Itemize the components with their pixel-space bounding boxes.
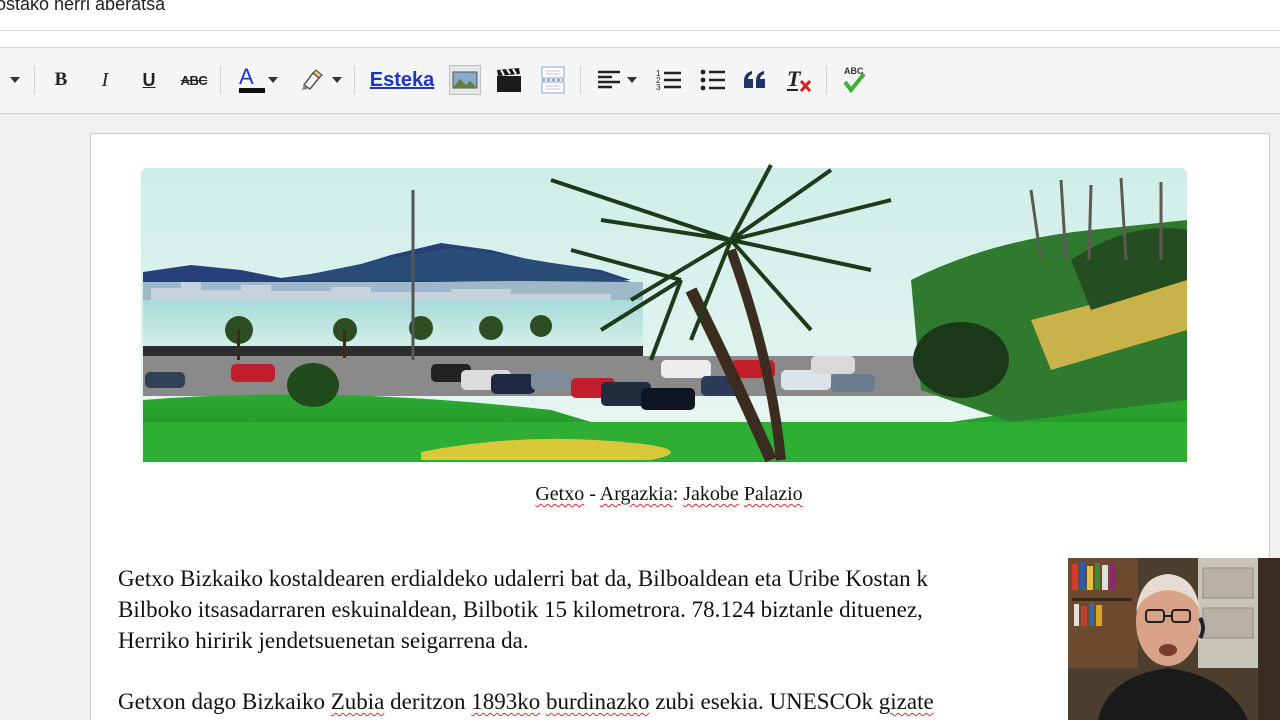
paragraph-text: Zubia [330,689,385,714]
paragraph-text: Getxon dago Bizkaiko [118,689,331,714]
caption-word: Argazkia [599,483,673,505]
toolbar-separator [220,66,221,94]
strikethrough-icon: ABC [180,72,208,88]
paragraph-text: gizate [878,689,934,714]
paragraph-1: Getxo Bizkaiko kostaldearen erdialdeko u… [118,563,928,656]
alignment-button[interactable] [590,62,644,98]
svg-text:T: T [787,66,802,91]
video-icon [497,68,521,92]
caption-word: Jakobe [683,483,739,505]
svg-text:3: 3 [656,83,661,92]
underline-button[interactable]: U [134,62,164,98]
title-gap [0,31,1280,47]
remove-formatting-button[interactable]: T [782,62,818,98]
caption-word: Palazio [743,483,803,505]
insert-image-button[interactable] [448,62,482,98]
paragraph-2: Getxon dago Bizkaiko Zubia deritzon 1893… [118,686,934,717]
highlight-icon [302,69,323,91]
image-icon [449,65,481,95]
bold-button[interactable]: B [46,62,76,98]
more-options-dropdown[interactable] [0,62,30,98]
paragraph-line: Bilboko itsasadarraren eskuinaldean, Bil… [118,597,923,622]
photo-caption: Getxo - Argazkia: Jakobe Palazio [91,483,1247,506]
quote-button[interactable] [738,62,772,98]
post-title-input[interactable]: ostako herri aberatsa [0,0,165,15]
strikethrough-button[interactable]: ABC [176,62,212,98]
text-color-icon: A [234,64,265,94]
link-button[interactable]: Esteka [362,62,442,98]
toolbar-separator [354,66,355,94]
webcam-overlay [1068,558,1280,720]
insert-break-icon [541,66,565,94]
highlight-color-button[interactable] [292,62,348,98]
spellcheck-icon: ABC [839,65,869,95]
numbered-list-button[interactable]: 1 2 3 [652,62,686,98]
numbered-list-icon: 1 2 3 [656,69,681,92]
paragraph-line: Getxo Bizkaiko kostaldearen erdialdeko u… [118,566,928,591]
toolbar-separator [34,66,35,94]
paragraph-text: zubi esekia. UNESCOk [649,689,879,714]
underline-icon: U [142,69,156,90]
italic-button[interactable]: I [90,62,120,98]
toolbar-separator [580,66,581,94]
caption-word: Getxo [535,483,585,505]
quote-icon [744,71,765,88]
dropdown-caret-icon [10,77,20,83]
bullet-list-button[interactable] [696,62,730,98]
dropdown-caret-icon [627,77,637,83]
insert-video-button[interactable] [492,62,526,98]
editor-toolbar: B I U ABC A Esteka 1 2 3 T ABC [0,48,1280,114]
getxo-photo[interactable] [131,160,1197,470]
align-icon [598,70,620,89]
bullet-list-icon [700,69,725,91]
getxo-landscape-image [141,164,1187,463]
spellcheck-button[interactable]: ABC [836,62,872,98]
post-title-bar: ostako herri aberatsa [0,0,1280,30]
paragraph-text: deritzon [384,689,472,714]
italic-icon: I [101,68,109,91]
dropdown-caret-icon [332,77,342,83]
caption-dash: - [584,483,600,505]
paragraph-text: 1893ko [471,689,541,714]
insert-break-button[interactable] [536,62,570,98]
paragraph-text: burdinazko [545,689,650,714]
dropdown-caret-icon [268,77,278,83]
bold-icon: B [54,69,68,90]
link-label: Esteka [369,68,435,91]
presenter-video-frame [1068,558,1280,720]
caption-colon: : [672,483,684,505]
text-color-button[interactable]: A [228,62,284,98]
remove-format-icon: T [787,66,812,93]
paragraph-line: Herriko hiririk jendetsuenetan seigarren… [118,628,529,653]
toolbar-separator [826,66,827,94]
